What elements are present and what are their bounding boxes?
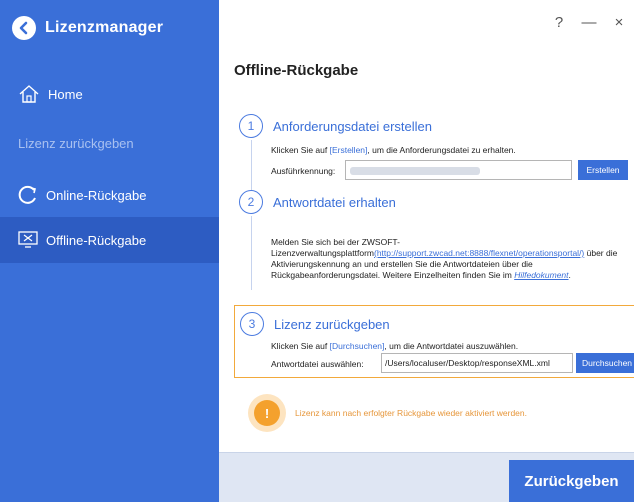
return-license-button[interactable]: Zurückgeben [509,460,634,502]
back-chevron-icon[interactable] [12,16,36,40]
create-link[interactable]: [Erstellen] [330,145,368,155]
step-title: Anforderungsdatei erstellen [273,118,432,134]
home-icon [19,85,39,103]
description-text: , um die Anforderungsdatei zu erhalten. [367,145,516,155]
main-panel: ? — × Offline-Rückgabe 1 Anforderungsdat… [219,0,634,502]
sidebar-item-offline-return[interactable]: Offline-Rückgabe [0,217,219,263]
step-2-header: 2 Antwortdatei erhalten [239,190,396,214]
step-connector [251,216,252,290]
sidebar-item-label: Offline-Rückgabe [46,232,147,248]
sidebar-item-online-return[interactable]: Online-Rückgabe [0,172,219,218]
brand: Lizenzmanager [12,14,163,42]
close-button[interactable]: × [604,10,634,34]
warning-icon: ! [254,400,280,426]
step-number: 1 [239,114,263,138]
description-text: . [568,270,571,280]
step-title: Lizenz zurückgeben [274,316,390,332]
globe-refresh-icon [18,185,36,204]
window-controls: ? — × [544,10,634,34]
sidebar-item-label: Online-Rückgabe [46,187,147,203]
step-number: 2 [239,190,263,214]
response-file-label: Antwortdatei auswählen: [271,359,364,369]
page-title: Offline-Rückgabe [234,62,359,79]
footer-divider [219,452,634,453]
create-button[interactable]: Erstellen [578,160,628,180]
step-1-description: Klicken Sie auf [Erstellen], um die Anfo… [271,145,516,156]
app-title: Lizenzmanager [45,19,164,36]
portal-link[interactable]: (http://support.zwcad.net:8888/flexnet/o… [374,248,584,258]
browse-link[interactable]: [Durchsuchen] [330,341,385,351]
response-file-field[interactable]: /Users/localuser/Desktop/responseXML.xml [381,353,573,373]
description-text: Klicken Sie auf [271,145,330,155]
minimize-button[interactable]: — [574,10,604,34]
description-text: Klicken Sie auf [271,341,330,351]
step-3-header: 3 Lizenz zurückgeben [240,312,390,336]
step-3-panel: 3 Lizenz zurückgeben Klicken Sie auf [Du… [234,305,634,378]
step-2-description: Melden Sie sich bei der ZWSOFT-Lizenzver… [271,237,633,281]
help-button[interactable]: ? [544,10,574,34]
sidebar-item-label: Home [48,86,83,102]
tip-text: Lizenz kann nach erfolgter Rückgabe wied… [295,408,527,418]
help-document-link[interactable]: Hilfedokument [514,270,568,280]
step-1-header: 1 Anforderungsdatei erstellen [239,114,432,138]
browse-button[interactable]: Durchsuchen [576,353,634,373]
sidebar-item-home[interactable]: Home [0,71,219,117]
sidebar: Lizenzmanager Home Lizenz zurückgeben On… [0,0,219,502]
description-text: , um die Antwortdatei auszuwählen. [384,341,519,351]
step-title: Antwortdatei erhalten [273,194,396,210]
redacted-value [350,167,480,175]
step-number: 3 [240,312,264,336]
execution-id-field[interactable] [345,160,572,180]
execution-id-label: Ausführkennung: [271,166,336,176]
step-connector [251,140,252,190]
monitor-offline-icon [18,231,38,248]
info-tip: ! Lizenz kann nach erfolgter Rückgabe wi… [254,400,527,426]
step-3-description: Klicken Sie auf [Durchsuchen], um die An… [271,341,518,352]
sidebar-section-heading: Lizenz zurückgeben [18,136,134,151]
